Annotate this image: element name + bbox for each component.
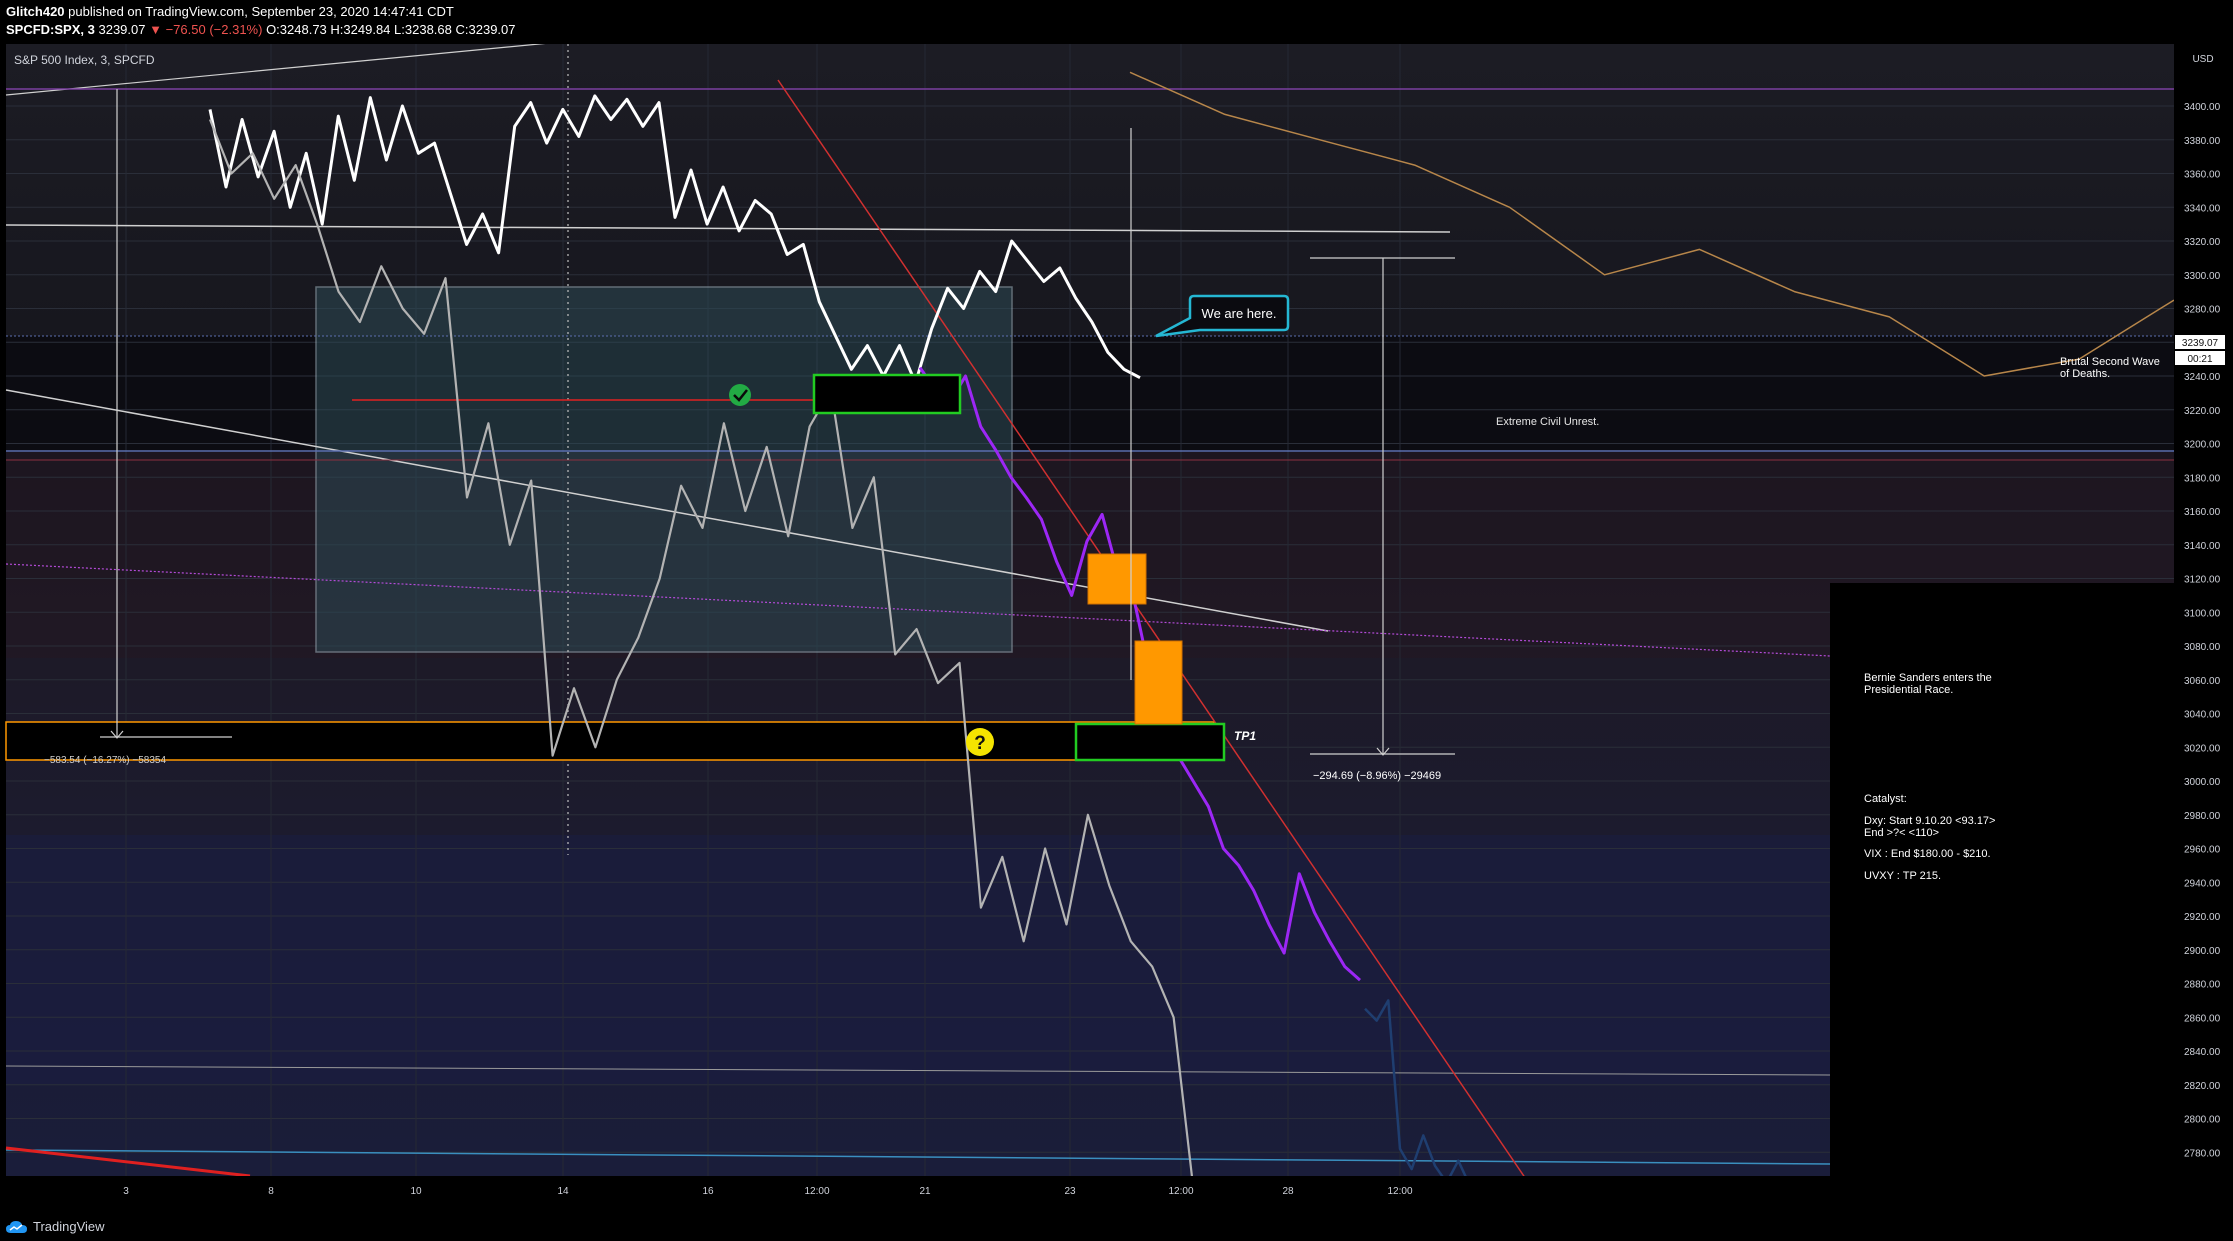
last-price: 3239.07 (98, 22, 146, 37)
orange-block-lower[interactable] (1134, 640, 1183, 725)
y-tick-label: 2960.00 (2184, 845, 2221, 856)
x-tick-label: 14 (557, 1186, 569, 1197)
y-tick-label: 2860.00 (2184, 1013, 2221, 1024)
check-circle-icon[interactable] (729, 384, 751, 406)
chart-area[interactable]: ? We are here. Extreme Civil Unrest. Bru… (0, 41, 2233, 1216)
y-tick-label: 3340.00 (2184, 203, 2221, 214)
green-tp-box[interactable] (1074, 722, 1226, 762)
x-tick-label: 3 (123, 1186, 129, 1197)
publish-info: published on TradingView.com, September … (68, 4, 454, 19)
tp1-label: TP1 (1234, 729, 1256, 743)
catalyst-title: Catalyst: (1864, 793, 1907, 805)
publish-line: Glitch420 published on TradingView.com, … (6, 4, 454, 19)
green-entry-box-upper[interactable] (812, 373, 962, 415)
y-tick-label: 3160.00 (2184, 507, 2221, 518)
we-are-here-label: We are here. (1202, 306, 1277, 321)
y-tick-label: 3360.00 (2184, 170, 2221, 181)
y-tick-label: 3020.00 (2184, 743, 2221, 754)
author-name[interactable]: Glitch420 (6, 4, 65, 19)
header-bar: Glitch420 published on TradingView.com, … (0, 0, 2233, 44)
x-tick-label: 8 (268, 1186, 274, 1197)
question-circle-icon[interactable]: ? (966, 728, 994, 756)
y-tick-label: 2940.00 (2184, 878, 2221, 889)
y-tick-label: 3320.00 (2184, 237, 2221, 248)
y-tick-label: 3200.00 (2184, 440, 2221, 451)
time-axis[interactable] (0, 1176, 2233, 1216)
y-tick-label: 3140.00 (2184, 541, 2221, 552)
catalyst-uvxy: UVXY : TP 215. (1864, 870, 1941, 882)
y-tick-label: 3240.00 (2184, 372, 2221, 383)
y-tick-label: 2920.00 (2184, 912, 2221, 923)
x-tick-label: 12:00 (804, 1186, 829, 1197)
catalyst-vix: VIX : End $180.00 - $210. (1864, 848, 1991, 860)
symbol-line: SPCFD:SPX, 3 3239.07 ▼ −76.50 (−2.31%) O… (6, 22, 516, 37)
consolidation-box[interactable] (315, 286, 1013, 653)
cloud-logo-icon (6, 1220, 27, 1233)
measure-left-label: −583.54 (−16.27%) −58354 (44, 755, 166, 766)
countdown-value: 00:21 (2187, 354, 2212, 365)
price-chart[interactable]: ? We are here. Extreme Civil Unrest. Bru… (0, 41, 2233, 1216)
y-tick-label: 2780.00 (2184, 1148, 2221, 1159)
x-tick-label: 23 (1064, 1186, 1076, 1197)
y-tick-label: 2980.00 (2184, 811, 2221, 822)
question-mark: ? (974, 733, 986, 754)
y-tick-label: 2840.00 (2184, 1047, 2221, 1058)
currency-label: USD (2192, 54, 2213, 65)
extreme-civil-unrest-label: Extreme Civil Unrest. (1496, 416, 1599, 428)
y-tick-label: 3060.00 (2184, 676, 2221, 687)
orange-block-upper[interactable] (1087, 553, 1147, 605)
x-tick-label: 16 (702, 1186, 714, 1197)
y-tick-label: 3120.00 (2184, 575, 2221, 586)
x-tick-label: 12:00 (1387, 1186, 1412, 1197)
y-tick-label: 3040.00 (2184, 710, 2221, 721)
y-tick-label: 2900.00 (2184, 946, 2221, 957)
x-tick-label: 10 (410, 1186, 422, 1197)
chart-title[interactable]: S&P 500 Index, 3, SPCFD (14, 53, 155, 67)
ohlc-close: C:3239.07 (455, 22, 516, 37)
y-tick-label: 3400.00 (2184, 102, 2221, 113)
measure-right-label: −294.69 (−8.96%) −29469 (1313, 770, 1441, 782)
y-tick-label: 2800.00 (2184, 1115, 2221, 1126)
y-tick-label: 3280.00 (2184, 305, 2221, 316)
price-change: ▼ −76.50 (−2.31%) (149, 22, 263, 37)
symbol-name: SPCFD:SPX, 3 (6, 22, 95, 37)
y-tick-label: 2880.00 (2184, 980, 2221, 991)
tradingview-brand: TradingView (33, 1219, 105, 1234)
y-tick-label: 3220.00 (2184, 406, 2221, 417)
ohlc-high: H:3249.84 (330, 22, 391, 37)
footer-bar: TradingView (0, 1216, 2233, 1241)
y-tick-label: 3380.00 (2184, 136, 2221, 147)
y-tick-label: 3300.00 (2184, 271, 2221, 282)
last-price-value: 3239.07 (2182, 338, 2219, 349)
ohlc-open: O:3248.73 (266, 22, 327, 37)
y-tick-label: 2820.00 (2184, 1081, 2221, 1092)
y-tick-label: 3080.00 (2184, 642, 2221, 653)
tradingview-logo[interactable]: TradingView (6, 1219, 105, 1234)
x-tick-label: 12:00 (1168, 1186, 1193, 1197)
y-tick-label: 3180.00 (2184, 473, 2221, 484)
tp-zone-band[interactable] (5, 721, 1215, 761)
x-tick-label: 21 (919, 1186, 931, 1197)
x-tick-label: 28 (1282, 1186, 1294, 1197)
y-tick-label: 3000.00 (2184, 777, 2221, 788)
y-tick-label: 3100.00 (2184, 608, 2221, 619)
ohlc-low: L:3238.68 (394, 22, 452, 37)
